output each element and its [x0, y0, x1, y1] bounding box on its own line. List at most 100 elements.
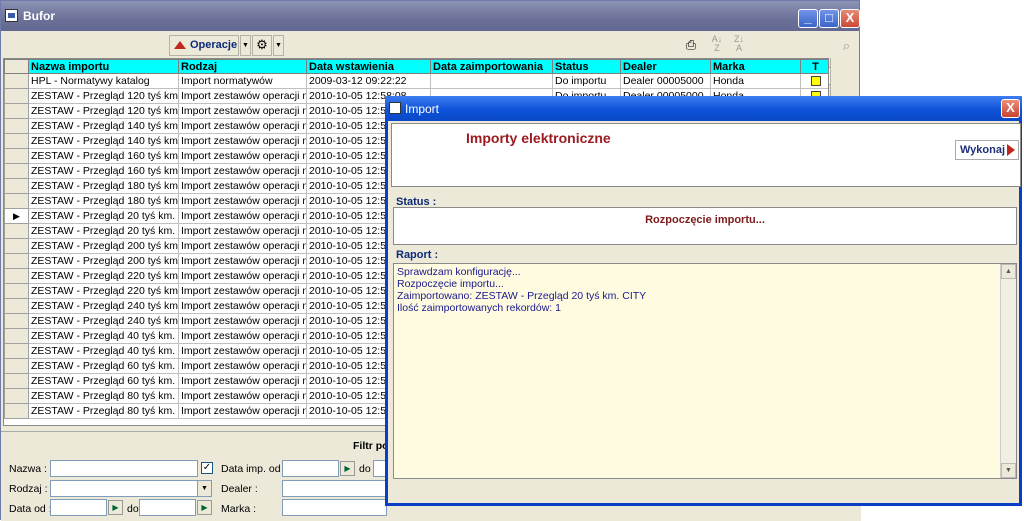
printer-icon[interactable]: ⎙	[681, 35, 701, 56]
cell-name[interactable]: ZESTAW - Przegląd 160 tyś km. CITY	[28, 148, 179, 164]
cell-name[interactable]: ZESTAW - Przegląd 120 tyś km. CITY	[28, 88, 179, 104]
cell-name[interactable]: ZESTAW - Przegląd 160 tyś km. LEGEND	[28, 163, 179, 179]
cell-name[interactable]: ZESTAW - Przegląd 200 tyś km. CITY	[28, 238, 179, 254]
row-indicator[interactable]	[4, 88, 29, 104]
cell-name[interactable]: ZESTAW - Przegląd 60 tyś km. LEGEND	[28, 373, 179, 389]
cell-type[interactable]: Import zestawów operacji napraw	[178, 403, 307, 419]
row-indicator[interactable]	[4, 178, 29, 194]
cell-type[interactable]: Import zestawów operacji napraw	[178, 253, 307, 269]
row-indicator[interactable]	[4, 283, 29, 299]
cell-type[interactable]: Import zestawów operacji napraw	[178, 223, 307, 239]
row-indicator[interactable]	[4, 373, 29, 389]
row-indicator[interactable]	[4, 103, 29, 119]
cell-type[interactable]: Import zestawów operacji napraw	[178, 388, 307, 404]
cell-name[interactable]: ZESTAW - Przegląd 120 tyś km. LEGEND	[28, 103, 179, 119]
operations-button[interactable]: Operacje	[169, 35, 239, 56]
row-indicator[interactable]	[4, 148, 29, 164]
row-indicator[interactable]	[4, 133, 29, 149]
column-header-dealer[interactable]: Dealer	[620, 59, 711, 74]
date-to-input[interactable]	[139, 499, 196, 516]
cell-type[interactable]: Import zestawów operacji napraw	[178, 238, 307, 254]
cell-type[interactable]: Import zestawów operacji napraw	[178, 178, 307, 194]
column-header-type[interactable]: Rodzaj	[178, 59, 307, 74]
cell-type[interactable]: Import normatywów	[178, 73, 307, 89]
brand-filter-select[interactable]	[282, 499, 387, 516]
row-indicator[interactable]	[4, 328, 29, 344]
cell-status[interactable]: Do importu	[552, 73, 621, 89]
dialog-close-button[interactable]: X	[1001, 99, 1020, 118]
column-header-status[interactable]: Status	[552, 59, 621, 74]
row-indicator[interactable]	[4, 73, 29, 89]
column-header-t[interactable]: T	[800, 59, 828, 74]
cell-name[interactable]: ZESTAW - Przegląd 20 tyś km. CITY	[28, 208, 179, 224]
gear-icon[interactable]: ⚙	[252, 35, 272, 56]
cell-type[interactable]: Import zestawów operacji napraw	[178, 163, 307, 179]
cell-name[interactable]: ZESTAW - Przegląd 220 tyś km. LEGEND	[28, 283, 179, 299]
cell-type[interactable]: Import zestawów operacji napraw	[178, 148, 307, 164]
report-scrollbar[interactable]: ▲ ▼	[1000, 264, 1016, 478]
row-indicator[interactable]	[4, 253, 29, 269]
cell-name[interactable]: ZESTAW - Przegląd 60 tyś km. CITY	[28, 358, 179, 374]
name-filter-input[interactable]	[50, 460, 198, 477]
sort-az-icon[interactable]: A↓ Z	[707, 35, 727, 56]
row-indicator[interactable]	[4, 268, 29, 284]
cell-type[interactable]: Import zestawów operacji napraw	[178, 118, 307, 134]
column-header-import-date[interactable]: Data zaimportowania	[430, 59, 553, 74]
dealer-filter-input[interactable]	[282, 480, 387, 497]
close-button[interactable]: X	[840, 9, 860, 28]
cell-name[interactable]: ZESTAW - Przegląd 140 tyś km. CITY	[28, 118, 179, 134]
row-indicator[interactable]	[4, 313, 29, 329]
cell-name[interactable]: ZESTAW - Przegląd 180 tyś km. CITY	[28, 178, 179, 194]
row-indicator[interactable]	[4, 193, 29, 209]
cell-type[interactable]: Import zestawów operacji napraw	[178, 343, 307, 359]
cell-name[interactable]: ZESTAW - Przegląd 240 tyś km. CITY	[28, 298, 179, 314]
maximize-button[interactable]: □	[819, 9, 839, 28]
cell-dealer[interactable]: Dealer 00005000	[620, 73, 711, 89]
cell-name[interactable]: ZESTAW - Przegląd 80 tyś km. CITY	[28, 388, 179, 404]
settings-dropdown[interactable]: ▼	[273, 35, 284, 56]
date-from-input[interactable]	[50, 499, 107, 516]
cell-name[interactable]: ZESTAW - Przegląd 180 tyś km. LEGEND	[28, 193, 179, 209]
row-indicator[interactable]	[4, 118, 29, 134]
cell-name[interactable]: ZESTAW - Przegląd 220 tyś km. CITY	[28, 268, 179, 284]
name-filter-checkbox[interactable]: ✓	[201, 462, 213, 474]
cell-name[interactable]: ZESTAW - Przegląd 20 tyś km. LEGEND	[28, 223, 179, 239]
cell-import-date[interactable]	[430, 73, 553, 89]
search-icon[interactable]: ⌕	[837, 36, 856, 55]
cell-insert-date[interactable]: 2009-03-12 09:22:22	[306, 73, 431, 89]
column-header-name[interactable]: Nazwa importu	[28, 59, 179, 74]
import-date-from-picker-icon[interactable]: ▶	[340, 461, 355, 476]
cell-name[interactable]: ZESTAW - Przegląd 40 tyś km. LEGEND	[28, 343, 179, 359]
minimize-button[interactable]: _	[798, 9, 818, 28]
operations-dropdown[interactable]: ▼	[240, 35, 251, 56]
cell-type[interactable]: Import zestawów operacji napraw	[178, 133, 307, 149]
cell-type[interactable]: Import zestawów operacji napraw	[178, 328, 307, 344]
cell-name[interactable]: ZESTAW - Przegląd 240 tyś km. LEGEND	[28, 313, 179, 329]
cell-type[interactable]: Import zestawów operacji napraw	[178, 358, 307, 374]
cell-type[interactable]: Import zestawów operacji napraw	[178, 313, 307, 329]
scroll-down-icon[interactable]: ▼	[1001, 463, 1016, 478]
row-indicator[interactable]	[4, 358, 29, 374]
cell-type[interactable]: Import zestawów operacji napraw	[178, 208, 307, 224]
row-indicator[interactable]	[4, 343, 29, 359]
row-indicator[interactable]	[4, 163, 29, 179]
scroll-up-icon[interactable]: ▲	[1001, 264, 1016, 279]
row-indicator[interactable]	[4, 403, 29, 419]
sort-za-icon[interactable]: Z↓ A	[729, 35, 749, 56]
row-indicator[interactable]	[4, 388, 29, 404]
current-row-indicator-icon[interactable]: ▶	[4, 208, 29, 224]
cell-name[interactable]: HPL - Normatywy katalog	[28, 73, 179, 89]
import-titlebar[interactable]: Import X	[385, 96, 1022, 121]
date-from-picker-icon[interactable]: ▶	[108, 500, 123, 515]
cell-name[interactable]: ZESTAW - Przegląd 40 tyś km. CITY	[28, 328, 179, 344]
cell-type[interactable]: Import zestawów operacji napraw	[178, 268, 307, 284]
cell-type[interactable]: Import zestawów operacji napraw	[178, 193, 307, 209]
cell-type[interactable]: Import zestawów operacji napraw	[178, 373, 307, 389]
import-date-from-input[interactable]	[282, 460, 339, 477]
cell-type[interactable]: Import zestawów operacji napraw	[178, 298, 307, 314]
run-button[interactable]: Wykonaj	[955, 140, 1019, 160]
cell-name[interactable]: ZESTAW - Przegląd 140 tyś km. LEGEND	[28, 133, 179, 149]
row-indicator[interactable]	[4, 238, 29, 254]
cell-brand[interactable]: Honda	[710, 73, 801, 89]
type-filter-select[interactable]: ▼	[50, 480, 212, 497]
